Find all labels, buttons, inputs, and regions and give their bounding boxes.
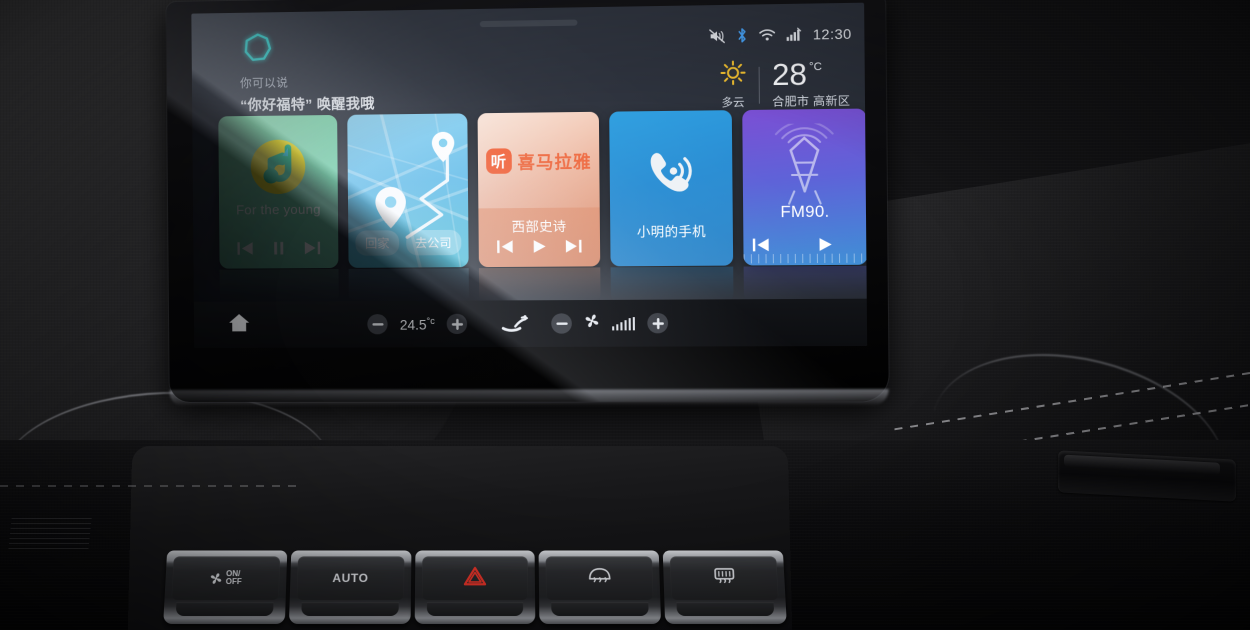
radio-tower-icon bbox=[759, 123, 850, 213]
radio-card[interactable]: FM90. bbox=[742, 108, 868, 266]
phone-device-name: 小明的手机 bbox=[636, 223, 707, 240]
music-card[interactable]: For the young bbox=[218, 114, 339, 269]
door-speaker-grille bbox=[8, 518, 92, 550]
fan-speed-control bbox=[551, 312, 669, 334]
radio-frequency: FM90. bbox=[780, 203, 830, 222]
button-lip bbox=[426, 601, 524, 616]
card-reflections bbox=[219, 265, 868, 304]
card-reflection bbox=[743, 265, 868, 302]
fan-level-bars bbox=[612, 316, 636, 330]
next-episode-button[interactable] bbox=[564, 238, 583, 254]
weather-condition-block: 多云 bbox=[720, 60, 747, 110]
home-card-row: For the young 回家 去公司 听 喜马拉雅 西部史诗 小明的手机 F… bbox=[218, 108, 868, 269]
temperature-value: 24.5°c bbox=[399, 315, 435, 333]
weather-condition-label: 多云 bbox=[721, 96, 745, 110]
podcast-card[interactable]: 听 喜马拉雅 西部史诗 bbox=[477, 111, 601, 268]
home-icon[interactable] bbox=[228, 312, 250, 337]
voice-assistant-orb-icon[interactable] bbox=[240, 30, 276, 65]
card-reflection bbox=[219, 268, 339, 304]
weather-location: 合肥市 高新区 bbox=[772, 94, 851, 109]
assistant-wake-phrase: “你好福特” 唤醒我哦 bbox=[240, 95, 375, 114]
fan-decrease-button[interactable] bbox=[551, 313, 572, 334]
assistant-prompt-label: 你可以说 bbox=[240, 77, 289, 91]
leather-stitching bbox=[0, 485, 300, 487]
music-track-title: For the young bbox=[236, 201, 321, 218]
infotainment-display-unit: 12:30 你可以说 “你好福特” 唤醒我哦 多云 28 °C 合肥市 高新区 … bbox=[166, 0, 889, 407]
radio-controls bbox=[743, 236, 867, 253]
front-defrost-button[interactable] bbox=[538, 550, 662, 625]
weather-temperature: 28 bbox=[771, 57, 808, 92]
rear-defrost-button[interactable] bbox=[662, 550, 787, 625]
display-base-rim bbox=[169, 389, 889, 407]
qq-music-note-icon bbox=[247, 135, 310, 203]
front-defrost-icon bbox=[586, 566, 612, 591]
card-reflection bbox=[478, 267, 601, 303]
podcast-title: 西部史诗 bbox=[511, 218, 567, 235]
previous-episode-button[interactable] bbox=[496, 239, 515, 255]
ximalaya-brand-block: 听 喜马拉雅 bbox=[477, 111, 600, 209]
fan-on-off-button[interactable]: ON/ OFF bbox=[163, 550, 288, 625]
cellular-signal-icon[interactable] bbox=[786, 27, 802, 42]
climate-toolbar: 24.5°c bbox=[193, 298, 868, 348]
previous-track-button[interactable] bbox=[237, 240, 255, 256]
bluetooth-icon[interactable] bbox=[736, 27, 748, 44]
hvac-button-row: ON/ OFF AUTO bbox=[163, 550, 787, 630]
rear-defrost-icon bbox=[712, 566, 737, 591]
next-track-button[interactable] bbox=[302, 240, 320, 256]
go-to-office-button[interactable]: 去公司 bbox=[405, 229, 461, 256]
voice-assistant-block[interactable]: 你可以说 “你好福特” 唤醒我哦 bbox=[240, 29, 375, 115]
hazard-lights-button[interactable] bbox=[414, 550, 536, 625]
navigation-shortcuts: 回家 去公司 bbox=[348, 229, 468, 256]
weather-temp-block: 28 °C 合肥市 高新区 bbox=[771, 57, 851, 109]
pause-button[interactable] bbox=[272, 240, 286, 256]
status-bar: 12:30 bbox=[708, 25, 852, 44]
weather-widget[interactable]: 多云 28 °C 合肥市 高新区 bbox=[720, 57, 851, 110]
button-lip bbox=[175, 601, 274, 616]
seat-airflow-icon bbox=[500, 313, 531, 333]
previous-station-button[interactable] bbox=[752, 237, 771, 254]
button-lip bbox=[551, 601, 649, 616]
play-station-button[interactable] bbox=[817, 236, 834, 253]
phone-card[interactable]: 小明的手机 bbox=[609, 110, 734, 267]
wifi-icon[interactable] bbox=[758, 28, 776, 43]
airflow-mode-button[interactable] bbox=[500, 313, 531, 333]
ximalaya-brand-name: 喜马拉雅 bbox=[517, 152, 592, 173]
play-button[interactable] bbox=[531, 238, 548, 254]
navigation-card[interactable]: 回家 去公司 bbox=[347, 113, 469, 268]
card-reflection bbox=[610, 266, 734, 302]
temperature-decrease-button[interactable] bbox=[367, 314, 388, 335]
radio-dial-ticks bbox=[743, 253, 868, 264]
temperature-increase-button[interactable] bbox=[447, 313, 468, 335]
ximalaya-badge-icon: 听 bbox=[485, 147, 512, 174]
car-interior-scene: 12:30 你可以说 “你好福特” 唤醒我哦 多云 28 °C 合肥市 高新区 … bbox=[0, 0, 1250, 630]
fan-increase-button[interactable] bbox=[647, 312, 669, 334]
infotainment-screen[interactable]: 12:30 你可以说 “你好福特” 唤醒我哦 多云 28 °C 合肥市 高新区 … bbox=[191, 2, 868, 348]
sun-icon bbox=[720, 60, 746, 91]
temperature-control: 24.5°c bbox=[367, 313, 468, 335]
volume-muted-icon[interactable] bbox=[708, 28, 726, 44]
card-reflection bbox=[348, 268, 469, 304]
clock: 12:30 bbox=[812, 25, 852, 43]
weather-divider bbox=[758, 66, 760, 104]
go-home-button[interactable]: 回家 bbox=[355, 230, 399, 256]
music-controls bbox=[219, 240, 338, 257]
phone-call-icon bbox=[642, 147, 701, 204]
button-lip bbox=[301, 601, 399, 616]
fan-onoff-line2: OFF bbox=[225, 577, 242, 587]
podcast-controls bbox=[479, 238, 600, 255]
button-lip bbox=[676, 601, 775, 616]
auto-label: AUTO bbox=[332, 571, 369, 586]
auto-climate-button[interactable]: AUTO bbox=[288, 550, 412, 625]
fan-icon bbox=[584, 313, 600, 333]
hazard-triangle-icon bbox=[463, 565, 487, 592]
speaker-slot-icon bbox=[479, 19, 578, 28]
weather-unit: °C bbox=[808, 60, 823, 73]
fan-icon bbox=[211, 572, 222, 584]
